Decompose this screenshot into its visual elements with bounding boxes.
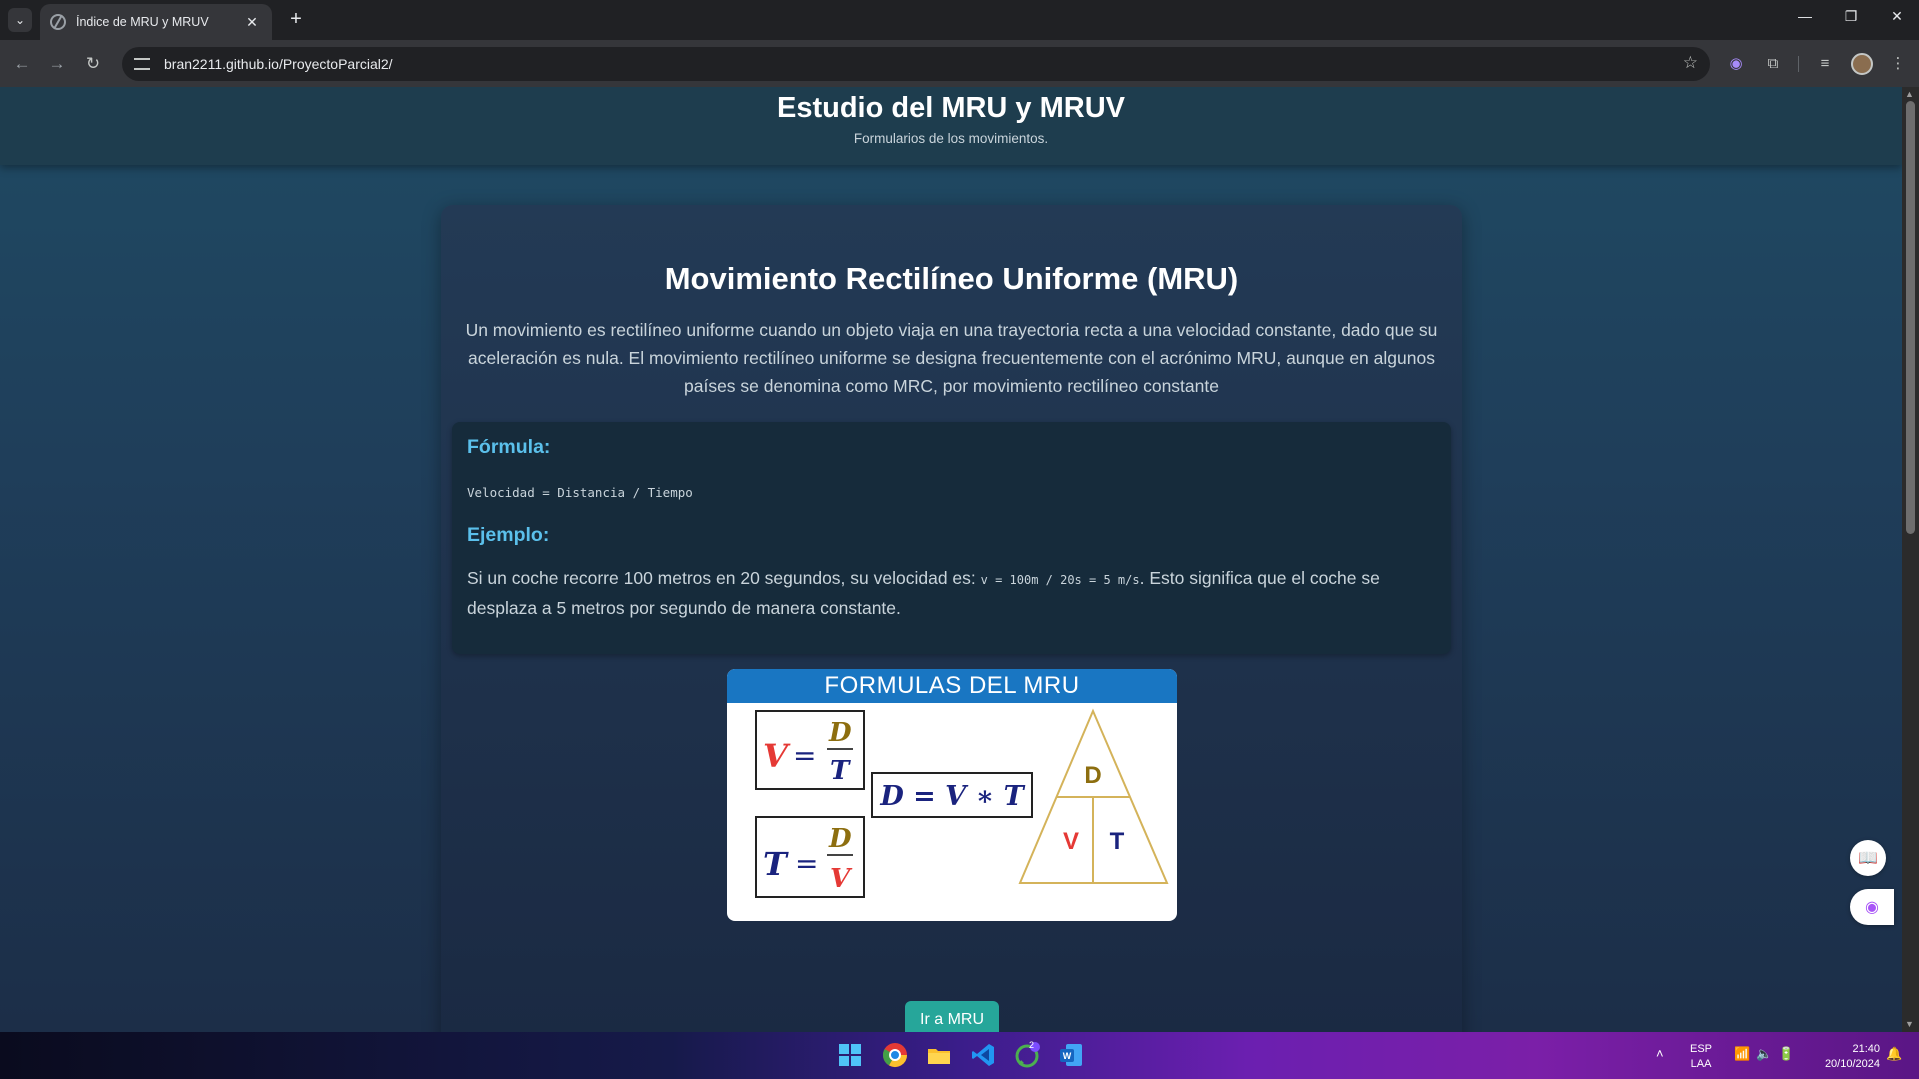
formula-v-equals: = (793, 739, 816, 772)
windows-taskbar: 2 W ˄ ESP LAA 📶 🔈 🔋 21:40 20/10/2024 🔔 (0, 1032, 1919, 1079)
wifi-icon[interactable]: 📶 (1734, 1046, 1750, 1062)
reader-mode-book-icon[interactable]: 📖 (1850, 840, 1886, 876)
browser-toolbar: ← → ↻ bran2211.github.io/ProyectoParcial… (0, 40, 1919, 87)
formula-t-left: T (763, 845, 789, 883)
formulas-diagram: V = D T T = D V D = V ∗ T D V T (755, 708, 1169, 898)
tab-title: Índice de MRU y MRUV (76, 15, 209, 29)
image-heading: FORMULAS DEL MRU (727, 669, 1177, 703)
triangle-top: D (1084, 762, 1101, 789)
formula-heading: Fórmula: (467, 436, 551, 458)
bookmark-star-icon[interactable]: ☆ (1683, 53, 1698, 73)
clock-time: 21:40 (1852, 1043, 1880, 1055)
site-title: Estudio del MRU y MRUV (776, 92, 1125, 124)
example-code: v = 100m / 20s = 5 m/s (980, 573, 1140, 587)
svg-text:W: W (1063, 1051, 1072, 1061)
triangle-left: V (1063, 828, 1079, 855)
notifications-bell-icon[interactable]: 🔔 (1886, 1046, 1902, 1062)
file-explorer-icon[interactable] (925, 1041, 953, 1069)
language-indicator[interactable]: ESP LAA (1690, 1042, 1712, 1072)
example-text: Si un coche recorre 100 metros en 20 seg… (467, 564, 1427, 622)
toolbar-separator (1798, 56, 1799, 72)
copilot-sidebar-icon[interactable]: ◉ (1850, 889, 1894, 925)
triangle-right: T (1110, 828, 1125, 855)
formula-t-equals: = (795, 847, 818, 880)
mru-card: Movimiento Rectilíneo Uniforme (MRU) Un … (441, 205, 1462, 1032)
volume-icon[interactable]: 🔈 (1756, 1046, 1772, 1062)
formula-v-bottom: T (830, 756, 851, 786)
mru-description: Un movimiento es rectilíneo uniforme cua… (465, 320, 1438, 396)
battery-icon[interactable]: 🔋 (1778, 1046, 1794, 1062)
tray-chevron-up-icon[interactable]: ˄ (1656, 1046, 1664, 1061)
clock-date: 20/10/2024 (1824, 1058, 1880, 1070)
address-bar[interactable]: bran2211.github.io/ProyectoParcial2/ ☆ (122, 47, 1710, 81)
tab-strip: ⌄ Índice de MRU y MRUV ✕ + — ❐ ✕ (0, 0, 1919, 40)
windows-start-icon[interactable] (836, 1041, 864, 1069)
word-icon[interactable]: W (1057, 1041, 1085, 1069)
browser-chrome: ⌄ Índice de MRU y MRUV ✕ + — ❐ ✕ ← → ↻ b… (0, 0, 1919, 87)
reload-icon[interactable]: ↻ (81, 52, 105, 76)
browser-menu-icon[interactable]: ⋮ (1887, 53, 1909, 75)
chrome-app-icon[interactable] (881, 1041, 909, 1069)
scroll-thumb[interactable] (1906, 101, 1915, 534)
forward-arrow-icon[interactable]: → (45, 52, 69, 76)
scroll-up-icon[interactable]: ▲ (1905, 89, 1914, 99)
whatsapp-icon[interactable] (1013, 1041, 1041, 1069)
reading-list-icon[interactable]: ≡ (1814, 53, 1836, 75)
tab-search-chevron-icon[interactable]: ⌄ (8, 8, 32, 32)
window-close-icon[interactable]: ✕ (1882, 8, 1912, 25)
formula-box: Fórmula: Velocidad = Distancia / Tiempo … (452, 422, 1451, 654)
clock[interactable]: 21:40 20/10/2024 (1810, 1042, 1880, 1072)
page-viewport: Estudio del MRU y MRUV Formularios de lo… (0, 87, 1902, 1032)
language-code: ESP (1690, 1043, 1713, 1055)
browser-tab[interactable]: Índice de MRU y MRUV ✕ (40, 4, 272, 40)
tab-close-icon[interactable]: ✕ (242, 14, 262, 31)
vscode-icon[interactable] (969, 1041, 997, 1069)
go-to-mru-button[interactable]: Ir a MRU (905, 1001, 999, 1032)
back-arrow-icon[interactable]: ← (10, 52, 34, 76)
site-subtitle: Formularios de los movimientos. (853, 131, 1049, 146)
minimize-icon[interactable]: — (1790, 8, 1820, 24)
example-text-before: Si un coche recorre 100 metros en 20 seg… (467, 568, 981, 588)
site-info-icon[interactable] (134, 58, 150, 70)
copilot-extension-icon[interactable]: ◉ (1725, 53, 1747, 75)
page-scrollbar[interactable]: ▲ ▼ (1902, 87, 1919, 1032)
formula-code: Velocidad = Distancia / Tiempo (467, 485, 693, 500)
profile-avatar[interactable] (1851, 53, 1873, 75)
scroll-down-icon[interactable]: ▼ (1905, 1019, 1914, 1029)
tab-favicon-icon (50, 14, 66, 30)
mru-title: Movimiento Rectilíneo Uniforme (MRU) (664, 261, 1239, 296)
formula-v-top: D (828, 718, 852, 748)
site-header: Estudio del MRU y MRUV Formularios de lo… (0, 87, 1902, 165)
extensions-puzzle-icon[interactable]: ⧉ (1762, 53, 1784, 75)
formula-d: D = V ∗ T (879, 781, 1025, 812)
restore-icon[interactable]: ❐ (1836, 8, 1866, 25)
address-url: bran2211.github.io/ProyectoParcial2/ (164, 56, 393, 72)
whatsapp-badge: 2 (1029, 1040, 1035, 1050)
formula-v-left: V (763, 737, 791, 775)
new-tab-plus-icon[interactable]: + (284, 8, 308, 32)
keyboard-layout: LAA (1690, 1058, 1712, 1070)
formula-t-bottom: V (830, 864, 853, 894)
example-heading: Ejemplo: (467, 524, 550, 546)
formula-t-top: D (828, 824, 852, 854)
mru-formulas-image: FORMULAS DEL MRU V = D T T = D V D = V ∗… (727, 669, 1177, 921)
